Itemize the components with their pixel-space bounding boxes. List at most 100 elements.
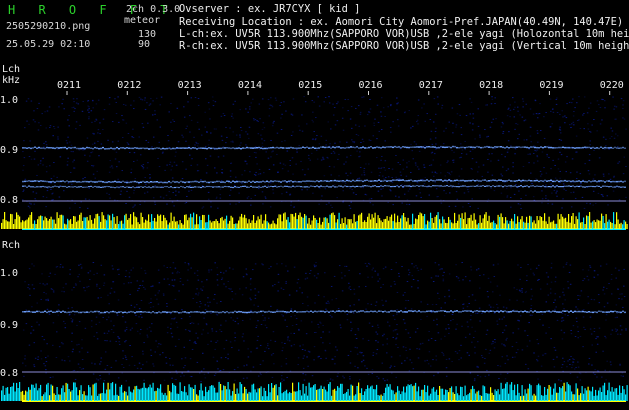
noise-speck xyxy=(125,359,128,361)
carrier-trace xyxy=(330,180,332,182)
carrier-trace xyxy=(466,186,468,188)
activity-bar xyxy=(488,215,490,229)
activity-bar xyxy=(256,220,258,229)
activity-bar xyxy=(602,385,604,401)
activity-bar xyxy=(170,212,172,229)
carrier-trace xyxy=(236,186,238,188)
noise-speck xyxy=(334,363,336,365)
carrier-trace xyxy=(456,186,458,188)
activity-bar xyxy=(118,224,120,229)
noise-speck xyxy=(231,291,233,293)
activity-bar xyxy=(337,386,339,401)
noise-speck xyxy=(205,324,208,326)
noise-speck xyxy=(570,356,572,358)
activity-bar xyxy=(398,390,400,401)
noise-speck xyxy=(257,173,260,175)
noise-speck xyxy=(503,344,505,346)
carrier-trace xyxy=(144,186,146,188)
activity-bar xyxy=(619,223,621,229)
noise-speck xyxy=(362,355,365,357)
carrier-trace xyxy=(230,186,232,188)
carrier-trace xyxy=(218,147,220,150)
noise-speck xyxy=(545,184,547,186)
noise-speck xyxy=(342,129,345,131)
activity-bar xyxy=(236,223,238,229)
carrier-trace xyxy=(248,147,250,149)
noise-speck xyxy=(490,121,493,123)
carrier-trace xyxy=(614,186,616,188)
activity-bar xyxy=(623,220,625,229)
activity-bar xyxy=(199,390,201,401)
noise-speck xyxy=(524,292,527,294)
carrier-trace xyxy=(346,179,348,182)
noise-speck xyxy=(577,298,580,300)
noise-speck xyxy=(151,323,153,325)
noise-speck xyxy=(220,278,223,280)
noise-speck xyxy=(397,119,399,121)
noise-speck xyxy=(285,281,287,283)
noise-speck xyxy=(69,360,71,362)
noise-speck xyxy=(371,269,373,271)
activity-bar xyxy=(527,222,529,229)
noise-speck xyxy=(445,127,447,129)
noise-speck xyxy=(153,365,155,367)
activity-bar xyxy=(85,395,87,401)
noise-speck xyxy=(252,98,254,100)
noise-speck xyxy=(617,333,619,335)
carrier-trace xyxy=(328,186,330,188)
noise-speck xyxy=(24,281,26,283)
noise-speck xyxy=(533,352,535,354)
noise-speck xyxy=(138,96,141,98)
noise-speck xyxy=(398,178,401,180)
activity-bar xyxy=(188,384,190,401)
carrier-trace xyxy=(606,180,608,182)
noise-speck xyxy=(298,144,300,146)
noise-speck xyxy=(493,190,496,192)
noise-speck xyxy=(406,166,408,168)
noise-speck xyxy=(47,355,49,357)
noise-speck xyxy=(91,121,93,123)
noise-speck xyxy=(406,203,408,205)
noise-speck xyxy=(82,178,84,180)
noise-speck xyxy=(86,207,89,209)
noise-speck xyxy=(161,152,164,154)
carrier-trace xyxy=(284,185,286,187)
noise-speck xyxy=(180,318,183,320)
carrier-trace xyxy=(196,148,198,150)
noise-speck xyxy=(189,316,191,318)
activity-bar xyxy=(95,382,97,401)
noise-speck xyxy=(616,135,619,137)
noise-speck xyxy=(190,164,192,166)
noise-speck xyxy=(92,373,95,375)
carrier-trace xyxy=(46,180,48,183)
noise-speck xyxy=(300,160,302,162)
activity-bar xyxy=(604,223,606,229)
noise-speck xyxy=(290,204,292,206)
noise-speck xyxy=(100,264,103,266)
noise-speck xyxy=(521,98,524,100)
activity-bar xyxy=(193,389,195,401)
noise-speck xyxy=(418,188,421,190)
activity-bar xyxy=(353,395,355,401)
noise-speck xyxy=(580,290,583,292)
noise-speck xyxy=(225,270,227,272)
noise-speck xyxy=(359,155,361,157)
carrier-trace xyxy=(36,180,38,182)
activity-bar xyxy=(239,382,241,401)
carrier-trace xyxy=(624,311,626,314)
carrier-trace xyxy=(484,185,486,187)
noise-speck xyxy=(203,368,205,370)
noise-speck xyxy=(546,153,548,155)
noise-speck xyxy=(409,359,411,361)
carrier-trace xyxy=(448,185,450,187)
activity-bar xyxy=(181,391,183,401)
carrier-trace xyxy=(312,180,314,183)
activity-bar xyxy=(133,212,135,229)
carrier-trace xyxy=(424,185,426,187)
noise-speck xyxy=(66,164,69,166)
activity-bar xyxy=(380,394,382,401)
noise-speck xyxy=(396,333,399,335)
activity-bar xyxy=(71,223,73,229)
noise-speck xyxy=(254,263,257,265)
noise-speck xyxy=(158,343,160,345)
